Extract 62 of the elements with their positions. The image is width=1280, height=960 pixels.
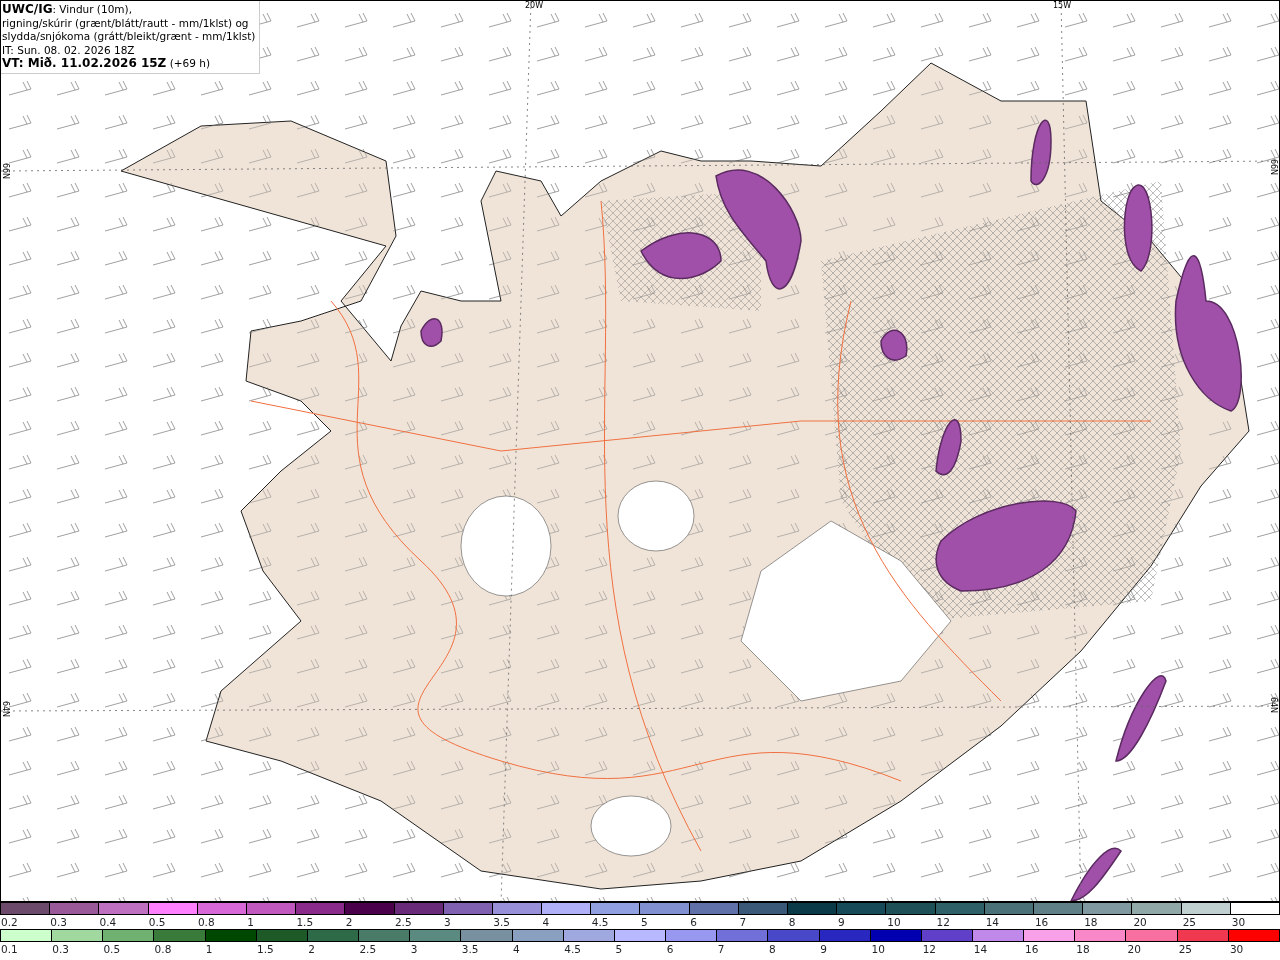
legend-label: 0.2 <box>1 916 18 928</box>
legend-label: 4.5 <box>591 916 609 928</box>
legend-label: 20 <box>1133 916 1147 928</box>
legend-label: 4 <box>542 916 550 928</box>
legend-label: 3 <box>444 916 451 928</box>
legend-label: 14 <box>973 943 988 955</box>
legend-label: 1.5 <box>257 943 274 955</box>
legend-label: 2 <box>308 943 315 955</box>
legend-label: 9 <box>838 916 845 928</box>
legend-label: 5 <box>615 943 623 955</box>
legend-label: 0.4 <box>99 916 117 928</box>
legend-label: 16 <box>1034 916 1049 928</box>
info-line: UWC/IG: Vindur (10m), <box>2 3 133 17</box>
legend-label: 5 <box>641 916 648 928</box>
longitude-label: 20W <box>525 2 544 10</box>
latitude-label: 66N <box>1269 158 1278 176</box>
legend-label: 30 <box>1231 916 1246 928</box>
legend-label: 0.3 <box>50 916 67 928</box>
legend-label: 7 <box>717 943 725 955</box>
info-line: VT: Mið. 11.02.2026 15Z (+69 h) <box>2 57 211 71</box>
legend-label: 9 <box>820 943 827 955</box>
legend-label: 18 <box>1076 943 1090 955</box>
legend-label: 16 <box>1025 943 1039 955</box>
legend-label: 4 <box>513 943 520 955</box>
legend-label: 0.3 <box>52 943 69 955</box>
legend-label: 6 <box>690 916 697 928</box>
legend-label: 2 <box>345 916 353 928</box>
latitude-label: 66N <box>1 162 10 180</box>
legend-label: 0.5 <box>148 916 166 928</box>
legend-label: 0.8 <box>154 943 172 955</box>
legend-label: 10 <box>871 943 885 955</box>
legend-label: 8 <box>788 916 796 928</box>
legend-label: 0.1 <box>1 943 18 955</box>
legend-label: 25 <box>1182 916 1196 928</box>
legend-label: 30 <box>1229 943 1244 955</box>
legend-label: 10 <box>887 916 901 928</box>
legend-label: 3 <box>410 943 418 955</box>
legend-label: 25 <box>1178 943 1193 955</box>
legend-label: 4.5 <box>564 943 581 955</box>
legend-label: 12 <box>936 916 950 928</box>
legend-label: 2.5 <box>394 916 412 928</box>
info-line: slydda/snjókoma (grátt/bleikt/grænt - mm/1klst) <box>2 30 256 44</box>
legend-label: 3.5 <box>461 943 479 955</box>
legend-label: 1 <box>247 916 254 928</box>
legend-label: 7 <box>739 916 747 928</box>
legend-label: 6 <box>666 943 674 955</box>
legend-label: 2.5 <box>359 943 377 955</box>
legend-label: 20 <box>1127 943 1141 955</box>
legend-label: 0.5 <box>103 943 121 955</box>
legend-label: 14 <box>985 916 1000 928</box>
latitude-label: 64N <box>1 700 10 718</box>
legend-label: 0.8 <box>197 916 215 928</box>
legend-label: 12 <box>922 943 937 955</box>
info-line: rigning/skúrir (grænt/blátt/rautt - mm/1klst) og <box>2 16 250 30</box>
legend-label: 1.5 <box>296 916 314 928</box>
latitude-label: 64N <box>1269 696 1278 714</box>
legend-label: 1 <box>205 943 213 955</box>
legend-label: 3.5 <box>493 916 511 928</box>
legend-label: 18 <box>1084 916 1098 928</box>
longitude-label: 15W <box>1053 2 1072 10</box>
legend-label: 8 <box>769 943 776 955</box>
info-line: IT: Sun. 08. 02. 2026 18Z <box>2 43 136 57</box>
